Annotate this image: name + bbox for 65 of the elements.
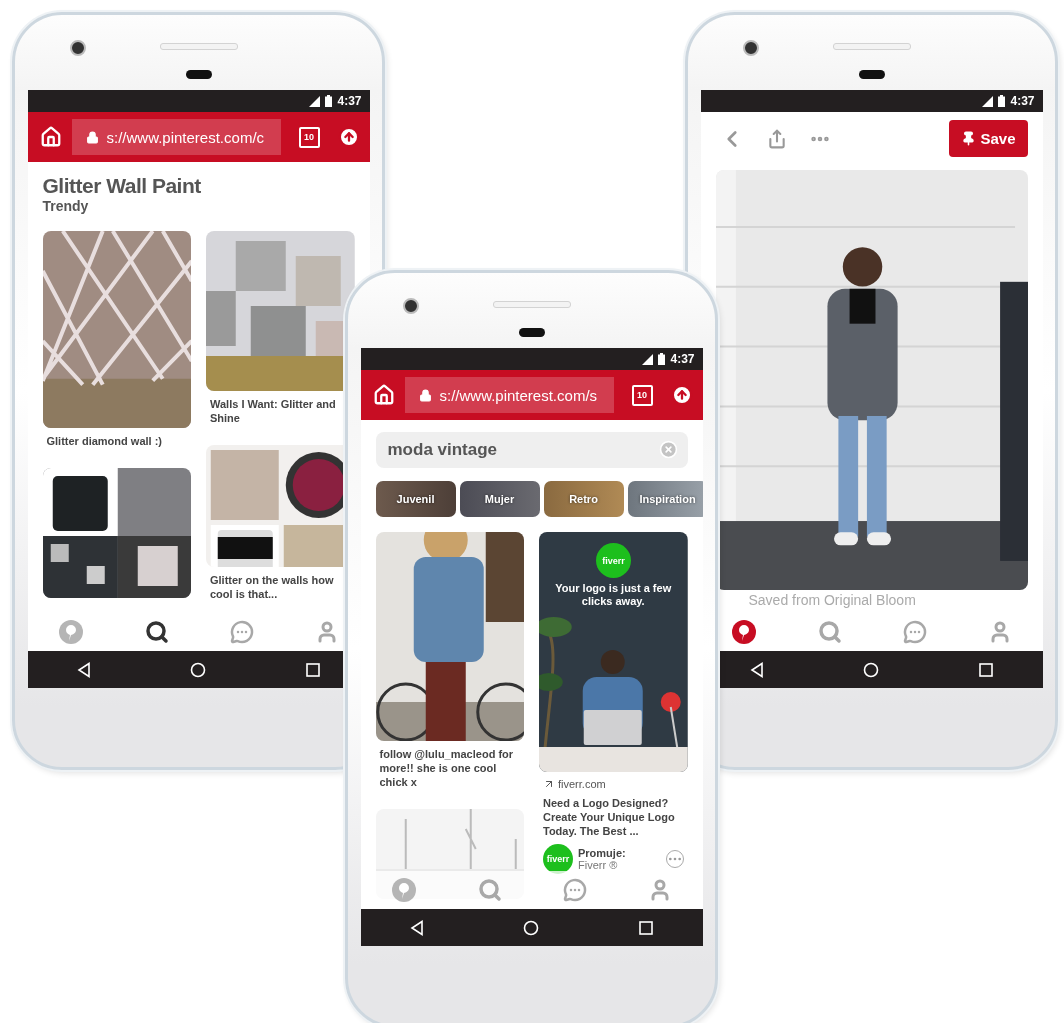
link-arrow-icon <box>543 778 555 790</box>
back-icon[interactable] <box>410 919 425 936</box>
recents-icon[interactable] <box>305 662 320 677</box>
pin-caption: Need a Logo Designed? Create Your Unique Logo Today. The Best ... <box>542 796 676 838</box>
tab-count[interactable]: 10 <box>298 126 320 148</box>
earpiece <box>518 328 545 337</box>
board-title: Glitter Wall Paint <box>41 173 202 198</box>
nav-button[interactable] <box>145 620 169 644</box>
pin-logo-icon <box>731 619 757 645</box>
earpiece <box>185 70 212 79</box>
advertiser-avatar: fiverr <box>543 844 573 874</box>
pin-icon <box>961 131 977 146</box>
search-field[interactable]: moda vintage <box>375 432 688 468</box>
pin-caption: Glitter on the walls how cool is that... <box>209 573 335 601</box>
signal-icon <box>982 95 994 107</box>
pin-caption: Walls I Want: Glitter and Shine <box>209 397 337 425</box>
lock-icon <box>418 388 432 402</box>
advertiser-name: Fiverr ® <box>578 859 619 871</box>
camera-icon <box>743 40 759 56</box>
camera-icon <box>70 40 86 56</box>
pin-logo-icon <box>391 877 417 903</box>
ad-headline: Your logo is just a few clicks away. <box>554 582 673 608</box>
pin-logo-icon <box>58 619 84 645</box>
url-field[interactable]: s://www.pinterest.com/c <box>71 119 281 155</box>
status-time: 4:37 <box>1010 94 1035 108</box>
filter-chip[interactable]: Inspiration <box>627 481 703 517</box>
recents-icon[interactable] <box>978 662 993 677</box>
filter-chip[interactable]: Juvenil <box>375 481 456 517</box>
battery-icon <box>325 95 333 107</box>
status-time: 4:37 <box>670 352 695 366</box>
home-circle-icon[interactable] <box>863 661 880 678</box>
chat-icon <box>230 620 254 644</box>
search-icon <box>145 620 169 644</box>
pin-caption: Glitter diamond wall :) <box>45 434 163 448</box>
lock-icon <box>85 130 99 144</box>
home-icon[interactable] <box>372 384 395 406</box>
home-circle-icon[interactable] <box>523 919 540 936</box>
chat-icon <box>903 620 927 644</box>
source-text: Saved from Original Bloom <box>748 592 917 608</box>
back-icon[interactable] <box>750 661 765 678</box>
status-time: 4:37 <box>337 94 362 108</box>
home-circle-icon[interactable] <box>190 661 207 678</box>
source-link[interactable]: fiverr.com <box>558 778 606 790</box>
search-icon <box>818 620 842 644</box>
filter-chip[interactable]: Retro <box>543 481 624 517</box>
chat-icon <box>563 878 587 902</box>
camera-icon <box>403 298 419 314</box>
recents-icon[interactable] <box>638 920 653 935</box>
home-icon[interactable] <box>39 126 62 148</box>
share-icon[interactable] <box>766 128 787 149</box>
signal-icon <box>642 353 654 365</box>
battery-icon <box>658 353 666 365</box>
tab-count[interactable]: 10 <box>631 384 653 406</box>
search-icon <box>478 878 502 902</box>
filter-chip[interactable]: Mujer <box>459 481 540 517</box>
signal-icon <box>309 95 321 107</box>
save-button[interactable]: Save <box>949 120 1028 157</box>
board-subtitle: Trendy <box>41 198 90 214</box>
nav-button[interactable] <box>731 619 757 645</box>
earpiece <box>858 70 885 79</box>
pin-caption: follow @lulu_macleod for more!! she is one cool chick x <box>378 747 515 789</box>
back-icon[interactable] <box>77 661 92 678</box>
url-field[interactable]: s://www.pinterest.com/s <box>404 377 614 413</box>
promoted-label: Promuje: <box>578 847 627 859</box>
battery-icon <box>998 95 1006 107</box>
